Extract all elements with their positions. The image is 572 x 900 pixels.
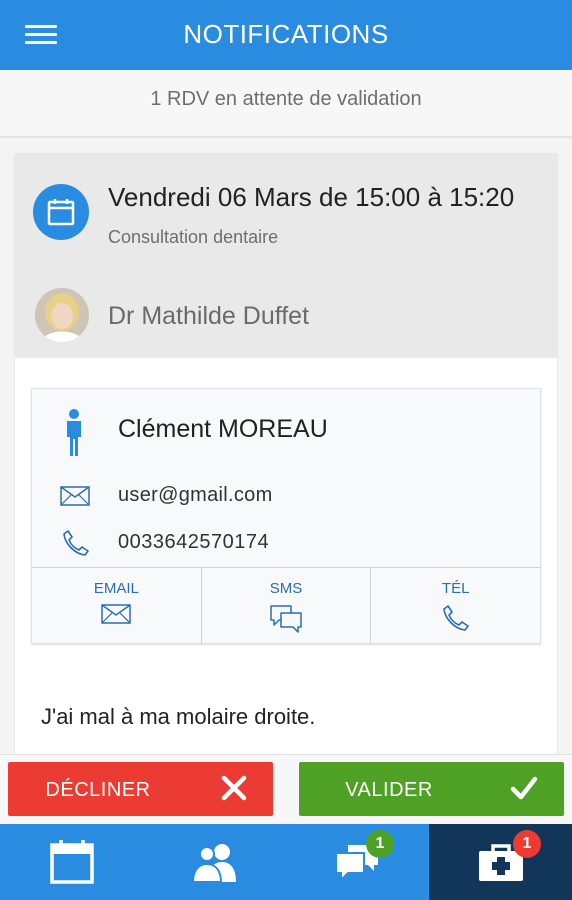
pending-banner: 1 RDV en attente de validation bbox=[0, 70, 572, 138]
sms-button-label: SMS bbox=[269, 580, 303, 597]
calendar-icon bbox=[49, 840, 94, 884]
mail-icon bbox=[101, 604, 132, 624]
phone-icon bbox=[63, 530, 89, 556]
contact-actions: EMAIL SMS TÉL bbox=[32, 567, 540, 644]
appointment-type: Consultation dentaire bbox=[108, 227, 279, 247]
bottom-navigation: 1 1 bbox=[0, 824, 572, 900]
email-button[interactable]: EMAIL bbox=[32, 568, 202, 644]
patient-email[interactable]: user@gmail.com bbox=[118, 484, 273, 507]
tab-patients[interactable] bbox=[143, 824, 286, 900]
sms-button[interactable]: SMS bbox=[202, 568, 372, 644]
messages-badge: 1 bbox=[366, 830, 394, 858]
tab-calendar[interactable] bbox=[0, 824, 143, 900]
users-icon bbox=[191, 844, 236, 882]
decline-button[interactable]: DÉCLINER bbox=[8, 762, 273, 816]
validate-button-label: VALIDER bbox=[345, 779, 433, 801]
calendar-icon bbox=[33, 184, 89, 240]
appointment-card: Vendredi 06 Mars de 15:00 à 15:20 Consul… bbox=[15, 154, 557, 754]
notifications-badge: 1 bbox=[513, 830, 541, 858]
phone-icon bbox=[442, 605, 469, 631]
email-button-label: EMAIL bbox=[93, 580, 139, 597]
action-bar: DÉCLINER VALIDER bbox=[0, 754, 572, 824]
pending-count-text: 1 RDV en attente de validation bbox=[150, 88, 422, 110]
tab-notifications[interactable]: 1 bbox=[429, 824, 572, 900]
chat-bubbles-icon bbox=[270, 605, 302, 633]
doctor-name: Dr Mathilde Duffet bbox=[108, 302, 310, 330]
phone-button-label: TÉL bbox=[441, 580, 470, 597]
validate-button[interactable]: VALIDER bbox=[299, 762, 564, 816]
top-app-bar: NOTIFICATIONS bbox=[0, 0, 572, 70]
patient-info-box: Clément MOREAU user@gmail.com 0033642570… bbox=[31, 388, 541, 644]
person-icon bbox=[67, 409, 81, 456]
patient-name: Clément MOREAU bbox=[118, 415, 328, 443]
phone-call-button[interactable]: TÉL bbox=[371, 568, 540, 644]
appointment-datetime: Vendredi 06 Mars de 15:00 à 15:20 bbox=[108, 182, 515, 212]
patient-message: J'ai mal à ma molaire droite. bbox=[41, 704, 316, 729]
page-title: NOTIFICATIONS bbox=[183, 19, 389, 49]
doctor-avatar bbox=[35, 288, 89, 342]
tab-messages[interactable]: 1 bbox=[286, 824, 429, 900]
decline-button-label: DÉCLINER bbox=[45, 779, 151, 801]
check-icon bbox=[510, 776, 538, 800]
mail-icon bbox=[60, 486, 90, 506]
patient-phone[interactable]: 0033642570174 bbox=[118, 531, 269, 554]
close-icon bbox=[221, 775, 247, 801]
appointment-header: Vendredi 06 Mars de 15:00 à 15:20 Consul… bbox=[15, 154, 557, 358]
